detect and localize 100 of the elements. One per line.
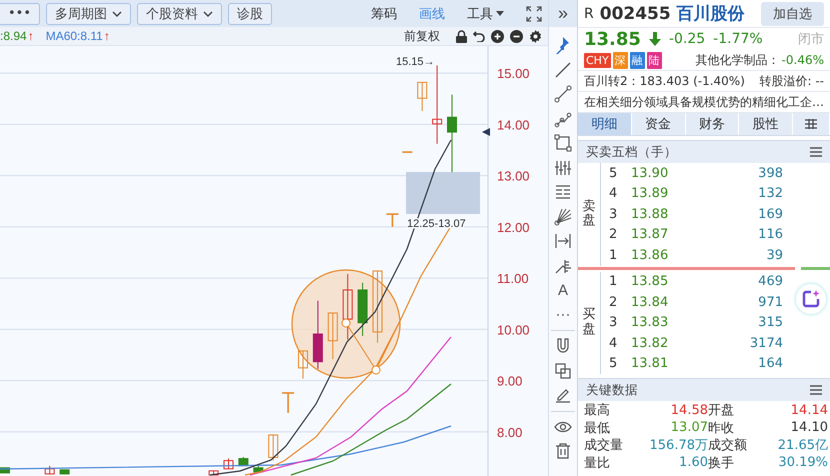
order-price: 13.89 <box>631 186 670 202</box>
section-title: 买卖五档（手） <box>586 144 677 160</box>
convertible-bond-info: 百川转2：183.403 (-1.40%) <box>584 72 745 90</box>
pattern-line <box>342 318 400 374</box>
order-volume: 164 <box>757 356 783 372</box>
market-prefix: R <box>584 6 594 22</box>
stat-label: 成交额 <box>708 437 748 454</box>
order-volume: 469 <box>757 274 783 290</box>
bars-icon[interactable] <box>554 158 572 177</box>
add-watchlist-button[interactable]: 加自选 <box>761 2 824 26</box>
candlestick <box>402 151 412 153</box>
pin-icon[interactable] <box>554 36 572 54</box>
order-price: 13.88 <box>631 206 670 222</box>
adjustment-label[interactable]: 前复权 <box>404 28 440 44</box>
drawing-tool[interactable]: ··· <box>556 302 570 327</box>
panel-tab[interactable]: 财务 <box>686 113 740 135</box>
order-level: 1 <box>609 274 618 290</box>
zoom-out-icon[interactable] <box>510 30 523 42</box>
stock-tag: 陆 <box>646 52 662 68</box>
order-level: 4 <box>609 186 618 202</box>
candlestick <box>312 300 323 370</box>
order-price: 13.81 <box>631 356 670 372</box>
candlestick <box>253 465 264 472</box>
toolbar-button[interactable]: ••• <box>0 2 40 24</box>
moving-average-value: :8.94 <box>0 29 27 43</box>
menu-icon[interactable] <box>810 385 822 395</box>
price-axis-label: 12.00 <box>497 220 530 235</box>
order-price: 13.82 <box>631 336 670 351</box>
stat-label: 昨收 <box>708 420 735 436</box>
menu-icon[interactable] <box>810 147 822 157</box>
price-axis-label: 14.00 <box>497 117 530 132</box>
order-volume: 116 <box>757 227 783 242</box>
trash-icon[interactable] <box>554 442 572 460</box>
collapse-panel-button[interactable]: » <box>549 0 577 27</box>
moving-average-value: MA60:8.11 <box>46 29 103 43</box>
price-axis-label: 15.00 <box>497 66 530 82</box>
candlestick <box>268 434 278 462</box>
order-volume: 398 <box>757 166 783 181</box>
line-icon[interactable] <box>554 60 572 79</box>
panel-tab[interactable]: 明细 <box>578 113 632 135</box>
stat-value: 13.07 <box>670 420 708 435</box>
toolbar-button[interactable]: 个股资料 <box>137 2 222 24</box>
order-level: 2 <box>609 227 618 242</box>
rectangle-icon[interactable] <box>554 134 572 152</box>
segment-icon[interactable] <box>554 85 572 104</box>
toolbar-button[interactable]: 多周期图 <box>46 2 132 24</box>
price-axis-label: 13.00 <box>497 168 530 184</box>
candlestick <box>282 392 294 413</box>
polyline-icon[interactable] <box>554 110 572 128</box>
stat-value: 21.65亿 <box>776 437 828 454</box>
high-price-marker: 15.15→ <box>396 56 435 68</box>
undo-icon[interactable] <box>473 30 485 42</box>
stat-value: 14.58 <box>670 402 708 418</box>
stock-tag: CHY <box>584 52 611 68</box>
order-volume: 3174 <box>748 336 783 351</box>
assistant-button[interactable] <box>796 284 826 314</box>
ask-side-label: 卖盘 <box>582 200 596 229</box>
drawing-tool[interactable]: A <box>558 278 568 302</box>
up-arrow-icon: ↑ <box>104 29 110 43</box>
arrow-bar-icon[interactable] <box>554 232 572 250</box>
candlestick <box>224 458 234 470</box>
conversion-premium: 转股溢价: -- <box>759 72 824 90</box>
stat-label: 最低 <box>584 420 611 436</box>
settings-icon[interactable] <box>529 30 542 42</box>
text-lines-icon[interactable] <box>554 183 572 202</box>
order-price: 13.87 <box>631 227 670 242</box>
lock-icon[interactable] <box>456 30 467 42</box>
more-tabs-icon[interactable] <box>804 118 818 130</box>
order-level: 4 <box>609 336 618 351</box>
order-level: 3 <box>609 315 618 330</box>
stat-label: 量比 <box>584 454 611 472</box>
order-price: 13.86 <box>631 248 670 263</box>
price-axis-label: 10.00 <box>497 322 530 338</box>
stock-code: 002455 <box>600 4 671 24</box>
fan-icon[interactable] <box>554 208 572 226</box>
stat-value: 1.60 <box>678 455 708 470</box>
order-volume: 971 <box>757 294 783 310</box>
assistant-icon <box>802 290 820 308</box>
stat-value: 30.19% <box>777 455 828 470</box>
stat-label: 开盘 <box>708 402 735 419</box>
market-status: 闭市 <box>798 31 824 48</box>
toolbar-tab[interactable]: 工具 <box>467 4 504 22</box>
order-price: 13.83 <box>631 315 670 330</box>
candlestick <box>0 467 10 474</box>
panel-tab[interactable]: 资金 <box>632 113 686 135</box>
stat-value: 14.14 <box>790 402 828 418</box>
order-price: 13.85 <box>631 274 670 290</box>
copy-icon[interactable] <box>554 362 572 380</box>
candlestick <box>386 213 398 227</box>
toolbar-tab[interactable]: 筹码 <box>371 4 397 22</box>
order-volume: 315 <box>757 315 783 330</box>
order-price: 13.84 <box>631 294 670 310</box>
candlestick <box>298 350 308 380</box>
zoom-in-icon[interactable] <box>491 30 504 42</box>
current-price-marker-icon <box>482 128 490 136</box>
panel-tab[interactable]: 股性 <box>739 113 793 135</box>
price-axis-label: 9.00 <box>497 374 522 389</box>
toolbar-button[interactable]: 诊股 <box>228 2 272 24</box>
fullscreen-icon[interactable] <box>526 6 542 22</box>
company-description: 在相关细分领域具备规模优势的精细化工企… <box>584 94 824 110</box>
